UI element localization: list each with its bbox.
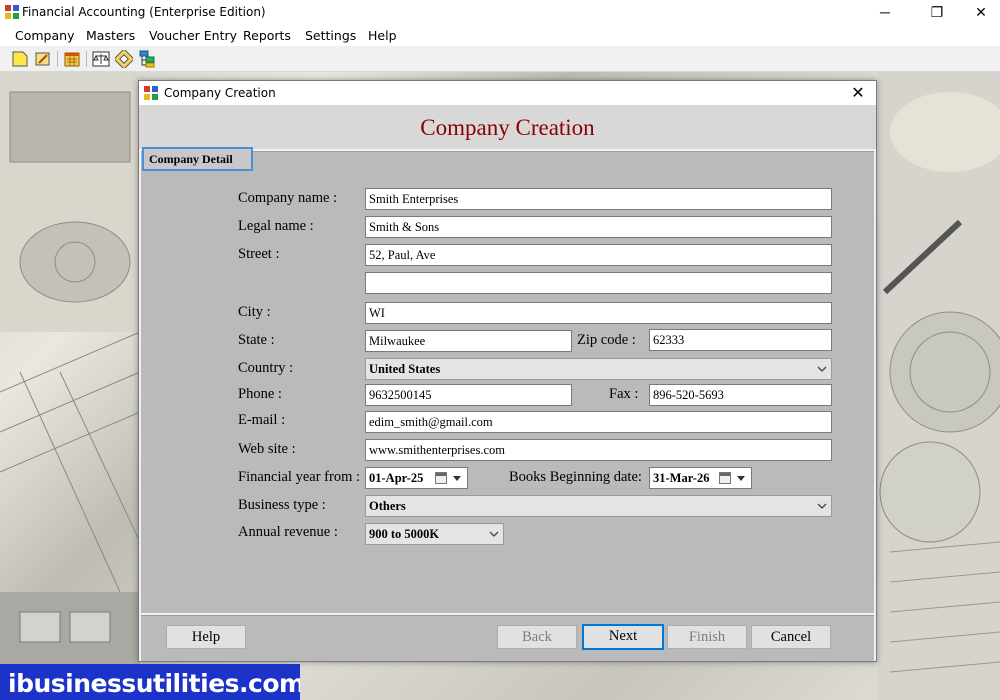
watermark-logo: ibusinessutilities.com: [0, 664, 300, 700]
dropdown-arrow-icon: [737, 476, 745, 481]
app-title: Financial Accounting (Enterprise Edition…: [22, 5, 266, 19]
phone-input[interactable]: 9632500145: [365, 384, 572, 406]
business-type-label: Business type :: [238, 497, 326, 513]
website-label: Web site :: [238, 441, 296, 457]
menu-settings[interactable]: Settings: [305, 28, 356, 43]
country-select[interactable]: United States: [365, 358, 832, 380]
finish-button[interactable]: Finish: [667, 625, 747, 649]
books-beginning-value: 31-Mar-26: [653, 471, 710, 485]
street-line2-input[interactable]: [365, 272, 832, 294]
state-label: State :: [238, 332, 275, 348]
help-button[interactable]: Help: [166, 625, 246, 649]
dialog-close-button[interactable]: ✕: [848, 83, 868, 103]
balance-scale-icon[interactable]: [92, 50, 110, 68]
books-beginning-label: Books Beginning date:: [509, 469, 642, 485]
chevron-down-icon: [489, 531, 499, 537]
menu-voucher-entry[interactable]: Voucher Entry: [149, 28, 237, 43]
dropdown-arrow-icon: [453, 476, 461, 481]
app-titlebar: Financial Accounting (Enterprise Edition…: [0, 0, 1000, 24]
business-type-select[interactable]: Others: [365, 495, 832, 517]
zip-code-input[interactable]: 62333: [649, 329, 832, 351]
tree-structure-icon[interactable]: [138, 50, 156, 68]
financial-year-value: 01-Apr-25: [369, 471, 424, 485]
business-type-value: Others: [369, 499, 406, 513]
city-input[interactable]: WI: [365, 302, 832, 324]
menu-company[interactable]: Company: [15, 28, 74, 43]
toolbar-separator: [86, 51, 87, 67]
annual-revenue-value: 900 to 5000K: [369, 527, 440, 541]
tab-company-detail[interactable]: Company Detail: [142, 147, 253, 171]
fax-input[interactable]: 896-520-5693: [649, 384, 832, 406]
menu-help[interactable]: Help: [368, 28, 397, 43]
annual-revenue-select[interactable]: 900 to 5000K: [365, 523, 504, 545]
company-name-input[interactable]: Smith Enterprises: [365, 188, 832, 210]
financial-year-label: Financial year from :: [238, 469, 360, 485]
calendar-icon[interactable]: [63, 50, 81, 68]
close-button[interactable]: ✕: [958, 0, 1000, 24]
legal-name-label: Legal name :: [238, 218, 314, 234]
toolbar-separator: [57, 51, 58, 67]
back-button[interactable]: Back: [497, 625, 577, 649]
company-creation-dialog: Company Creation ✕ Company Creation Comp…: [138, 80, 877, 662]
books-beginning-datepicker[interactable]: 31-Mar-26: [649, 467, 752, 489]
city-label: City :: [238, 304, 271, 320]
chevron-down-icon: [817, 366, 827, 372]
street-input[interactable]: 52, Paul, Ave: [365, 244, 832, 266]
company-detail-panel: Company name : Smith Enterprises Legal n…: [141, 151, 874, 613]
fax-label: Fax :: [609, 386, 639, 402]
banner-title: Company Creation: [420, 115, 595, 140]
dialog-titlebar: Company Creation ✕: [139, 81, 876, 105]
street-label: Street :: [238, 246, 280, 262]
cancel-button[interactable]: Cancel: [751, 625, 831, 649]
restore-button[interactable]: ❐: [914, 0, 960, 24]
financial-year-datepicker[interactable]: 01-Apr-25: [365, 467, 468, 489]
country-select-value: United States: [369, 362, 441, 376]
country-label: Country :: [238, 360, 294, 376]
dialog-title: Company Creation: [164, 86, 276, 100]
email-input[interactable]: edim_smith@gmail.com: [365, 411, 832, 433]
chevron-down-icon: [817, 503, 827, 509]
toolbar: [0, 46, 1000, 72]
annual-revenue-label: Annual revenue :: [238, 524, 338, 540]
next-button[interactable]: Next: [582, 624, 664, 650]
company-name-label: Company name :: [238, 190, 338, 206]
calendar-icon: [435, 472, 447, 484]
menu-reports[interactable]: Reports: [243, 28, 291, 43]
menu-masters[interactable]: Masters: [86, 28, 135, 43]
app-logo-icon: [5, 5, 19, 19]
menu-bar: Company Masters Voucher Entry Reports Se…: [0, 24, 1000, 46]
new-company-icon[interactable]: [11, 50, 29, 68]
zip-code-label: Zip code :: [577, 332, 636, 348]
dialog-footer: Help Back Next Finish Cancel: [141, 615, 874, 661]
minimize-button[interactable]: ─: [862, 0, 908, 24]
email-label: E-mail :: [238, 412, 286, 428]
legal-name-input[interactable]: Smith & Sons: [365, 216, 832, 238]
website-input[interactable]: www.smithenterprises.com: [365, 439, 832, 461]
calendar-icon: [719, 472, 731, 484]
edit-note-icon[interactable]: [115, 50, 133, 68]
state-input[interactable]: Milwaukee: [365, 330, 572, 352]
phone-label: Phone :: [238, 386, 282, 402]
dialog-banner: Company Creation: [139, 105, 876, 149]
dialog-app-icon: [144, 86, 158, 100]
open-company-icon[interactable]: [34, 50, 52, 68]
